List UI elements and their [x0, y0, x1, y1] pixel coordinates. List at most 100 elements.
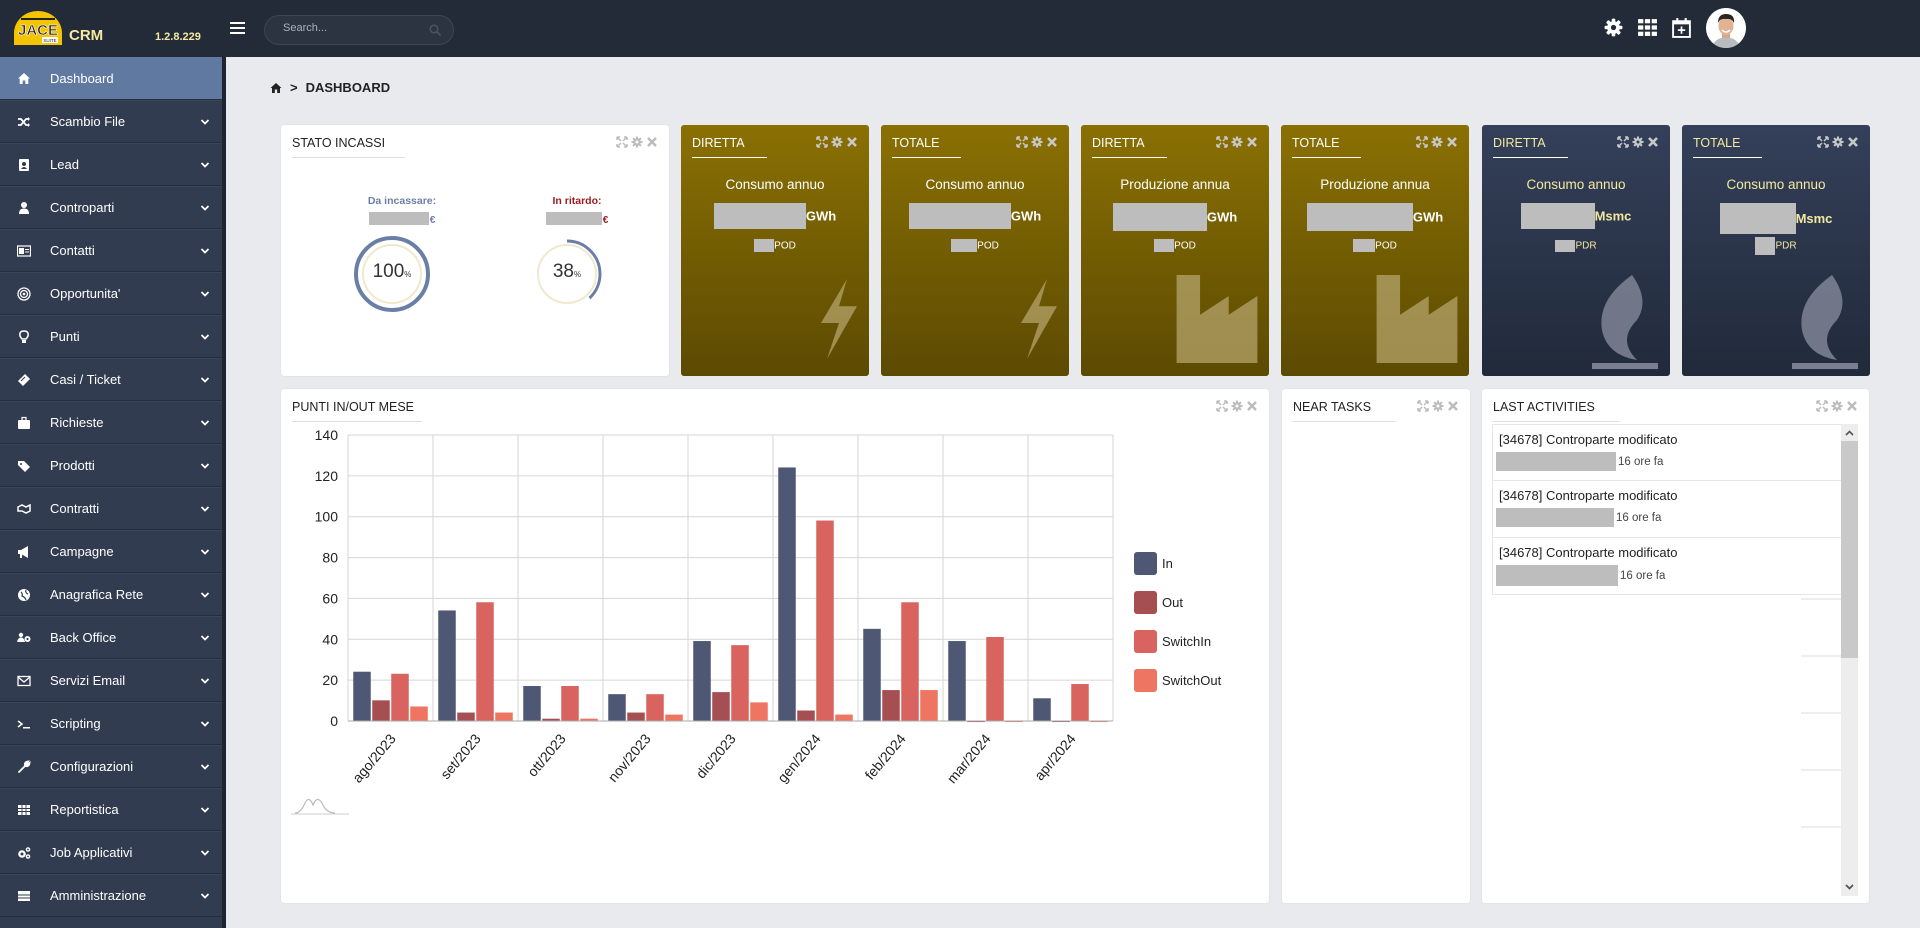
- sidebar-item-richieste[interactable]: Richieste: [0, 401, 222, 444]
- close-icon[interactable]: [1847, 136, 1859, 148]
- in-ritardo-label: In ritardo:: [552, 195, 602, 207]
- bar-switchin: [646, 694, 664, 722]
- activity-item[interactable]: [34678] Controparte modificato 16 ore fa: [1492, 481, 1853, 538]
- close-icon[interactable]: [1246, 136, 1258, 148]
- close-icon[interactable]: [1846, 400, 1858, 412]
- bar-in: [438, 610, 456, 722]
- gear-icon[interactable]: [831, 136, 843, 148]
- gear-icon[interactable]: [631, 136, 643, 148]
- sidebar-item-scripting[interactable]: Scripting: [0, 702, 222, 745]
- sidebar-item-label: Prodotti: [50, 458, 95, 473]
- chevron-down-icon[interactable]: [200, 719, 210, 729]
- sidebar-item-dashboard[interactable]: Dashboard: [0, 57, 222, 100]
- gear-icon[interactable]: [1603, 17, 1624, 38]
- chevron-down-icon[interactable]: [200, 117, 210, 127]
- chevron-down-icon[interactable]: [200, 676, 210, 686]
- sidebar-item-opportunita[interactable]: Opportunita': [0, 272, 222, 315]
- activity-item[interactable]: [34678] Controparte modificato 16 ore fa: [1492, 538, 1853, 595]
- kpi-tab-label[interactable]: DIRETTA: [1493, 136, 1568, 158]
- home-icon: [18, 72, 30, 84]
- sidebar-item-job-applicativi[interactable]: Job Applicativi: [0, 831, 222, 874]
- sidebar-item-configurazioni[interactable]: Configurazioni: [0, 745, 222, 788]
- activity-scrollbar[interactable]: [1841, 424, 1858, 896]
- sidebar-item-prodotti[interactable]: Prodotti: [0, 444, 222, 487]
- chevron-down-icon[interactable]: [200, 891, 210, 901]
- close-icon[interactable]: [1447, 400, 1459, 412]
- menu-toggle-icon[interactable]: [230, 22, 245, 34]
- sidebar-item-back-office[interactable]: Back Office: [0, 616, 222, 659]
- chevron-down-icon[interactable]: [200, 504, 210, 514]
- close-icon[interactable]: [646, 136, 658, 148]
- search-input[interactable]: [283, 22, 423, 34]
- chevron-down-icon[interactable]: [200, 246, 210, 256]
- sidebar-item-contatti[interactable]: Contatti: [0, 229, 222, 272]
- expand-icon[interactable]: [1016, 136, 1028, 148]
- sidebar-item-campagne[interactable]: Campagne: [0, 530, 222, 573]
- sidebar-item-anagrafica-rete[interactable]: Anagrafica Rete: [0, 573, 222, 616]
- expand-icon[interactable]: [1817, 136, 1829, 148]
- chevron-down-icon[interactable]: [200, 332, 210, 342]
- expand-icon[interactable]: [1816, 400, 1828, 412]
- sidebar-item-controparti[interactable]: Controparti: [0, 186, 222, 229]
- panel-title: LAST ACTIVITIES: [1493, 400, 1619, 422]
- close-icon[interactable]: [1446, 136, 1458, 148]
- close-icon[interactable]: [846, 136, 858, 148]
- gear-icon[interactable]: [1231, 136, 1243, 148]
- expand-icon[interactable]: [616, 136, 628, 148]
- activity-item[interactable]: [34678] Controparte modificato 16 ore fa: [1492, 424, 1853, 481]
- percent-sign: %: [574, 270, 582, 279]
- sidebar-item-contratti[interactable]: Contratti: [0, 487, 222, 530]
- x-tick-label: ago/2023: [349, 730, 399, 785]
- chevron-down-icon[interactable]: [200, 848, 210, 858]
- home-icon[interactable]: [270, 82, 282, 94]
- gear-icon[interactable]: [1632, 136, 1644, 148]
- expand-icon[interactable]: [1416, 136, 1428, 148]
- sidebar-item-punti[interactable]: Punti: [0, 315, 222, 358]
- sidebar-item-lead[interactable]: Lead: [0, 143, 222, 186]
- sidebar-item-amministrazione[interactable]: Amministrazione: [0, 874, 222, 917]
- close-icon[interactable]: [1046, 136, 1058, 148]
- scroll-up-icon[interactable]: [1841, 426, 1858, 440]
- sidebar-item-servizi-email[interactable]: Servizi Email: [0, 659, 222, 702]
- expand-icon[interactable]: [816, 136, 828, 148]
- chevron-down-icon[interactable]: [200, 633, 210, 643]
- gear-icon[interactable]: [1031, 136, 1043, 148]
- kpi-tab-label[interactable]: TOTALE: [1292, 136, 1362, 158]
- kpi-tab-label[interactable]: TOTALE: [1693, 136, 1763, 158]
- chevron-down-icon[interactable]: [200, 547, 210, 557]
- sidebar-item-casi-ticket[interactable]: Casi / Ticket: [0, 358, 222, 401]
- search-icon[interactable]: [429, 24, 441, 36]
- chevron-down-icon[interactable]: [200, 289, 210, 299]
- gear-icon[interactable]: [1831, 400, 1843, 412]
- chevron-down-icon[interactable]: [200, 461, 210, 471]
- kpi-tab-label[interactable]: DIRETTA: [692, 136, 767, 158]
- expand-icon[interactable]: [1417, 400, 1429, 412]
- sidebar-item-scambio-file[interactable]: Scambio File: [0, 100, 222, 143]
- activity-time: 16 ore fa: [1620, 569, 1666, 582]
- close-icon[interactable]: [1647, 136, 1659, 148]
- scrollbar-thumb[interactable]: [1841, 441, 1858, 658]
- gear-icon[interactable]: [1432, 400, 1444, 412]
- apps-grid-icon[interactable]: [1637, 17, 1658, 38]
- chevron-down-icon[interactable]: [200, 805, 210, 815]
- chevron-down-icon[interactable]: [200, 160, 210, 170]
- gear-icon[interactable]: [1431, 136, 1443, 148]
- user-avatar[interactable]: [1706, 8, 1746, 48]
- panel-title: NEAR TASKS: [1293, 400, 1396, 422]
- chevron-down-icon[interactable]: [200, 762, 210, 772]
- expand-icon[interactable]: [1617, 136, 1629, 148]
- breadcrumb: > DASHBOARD: [270, 80, 390, 95]
- gear-icon[interactable]: [1832, 136, 1844, 148]
- calendar-plus-icon[interactable]: [1671, 17, 1692, 38]
- chevron-down-icon[interactable]: [200, 590, 210, 600]
- chevron-down-icon[interactable]: [200, 418, 210, 428]
- sidebar-item-reportistica[interactable]: Reportistica: [0, 788, 222, 831]
- expand-icon[interactable]: [1216, 136, 1228, 148]
- chevron-down-icon[interactable]: [200, 375, 210, 385]
- kpi-tab-label[interactable]: DIRETTA: [1092, 136, 1167, 158]
- search-box[interactable]: [264, 15, 454, 45]
- jace-logo[interactable]: JACE SUITE: [12, 9, 64, 45]
- chevron-down-icon[interactable]: [200, 203, 210, 213]
- kpi-tab-label[interactable]: TOTALE: [892, 136, 962, 158]
- scroll-down-icon[interactable]: [1841, 880, 1858, 894]
